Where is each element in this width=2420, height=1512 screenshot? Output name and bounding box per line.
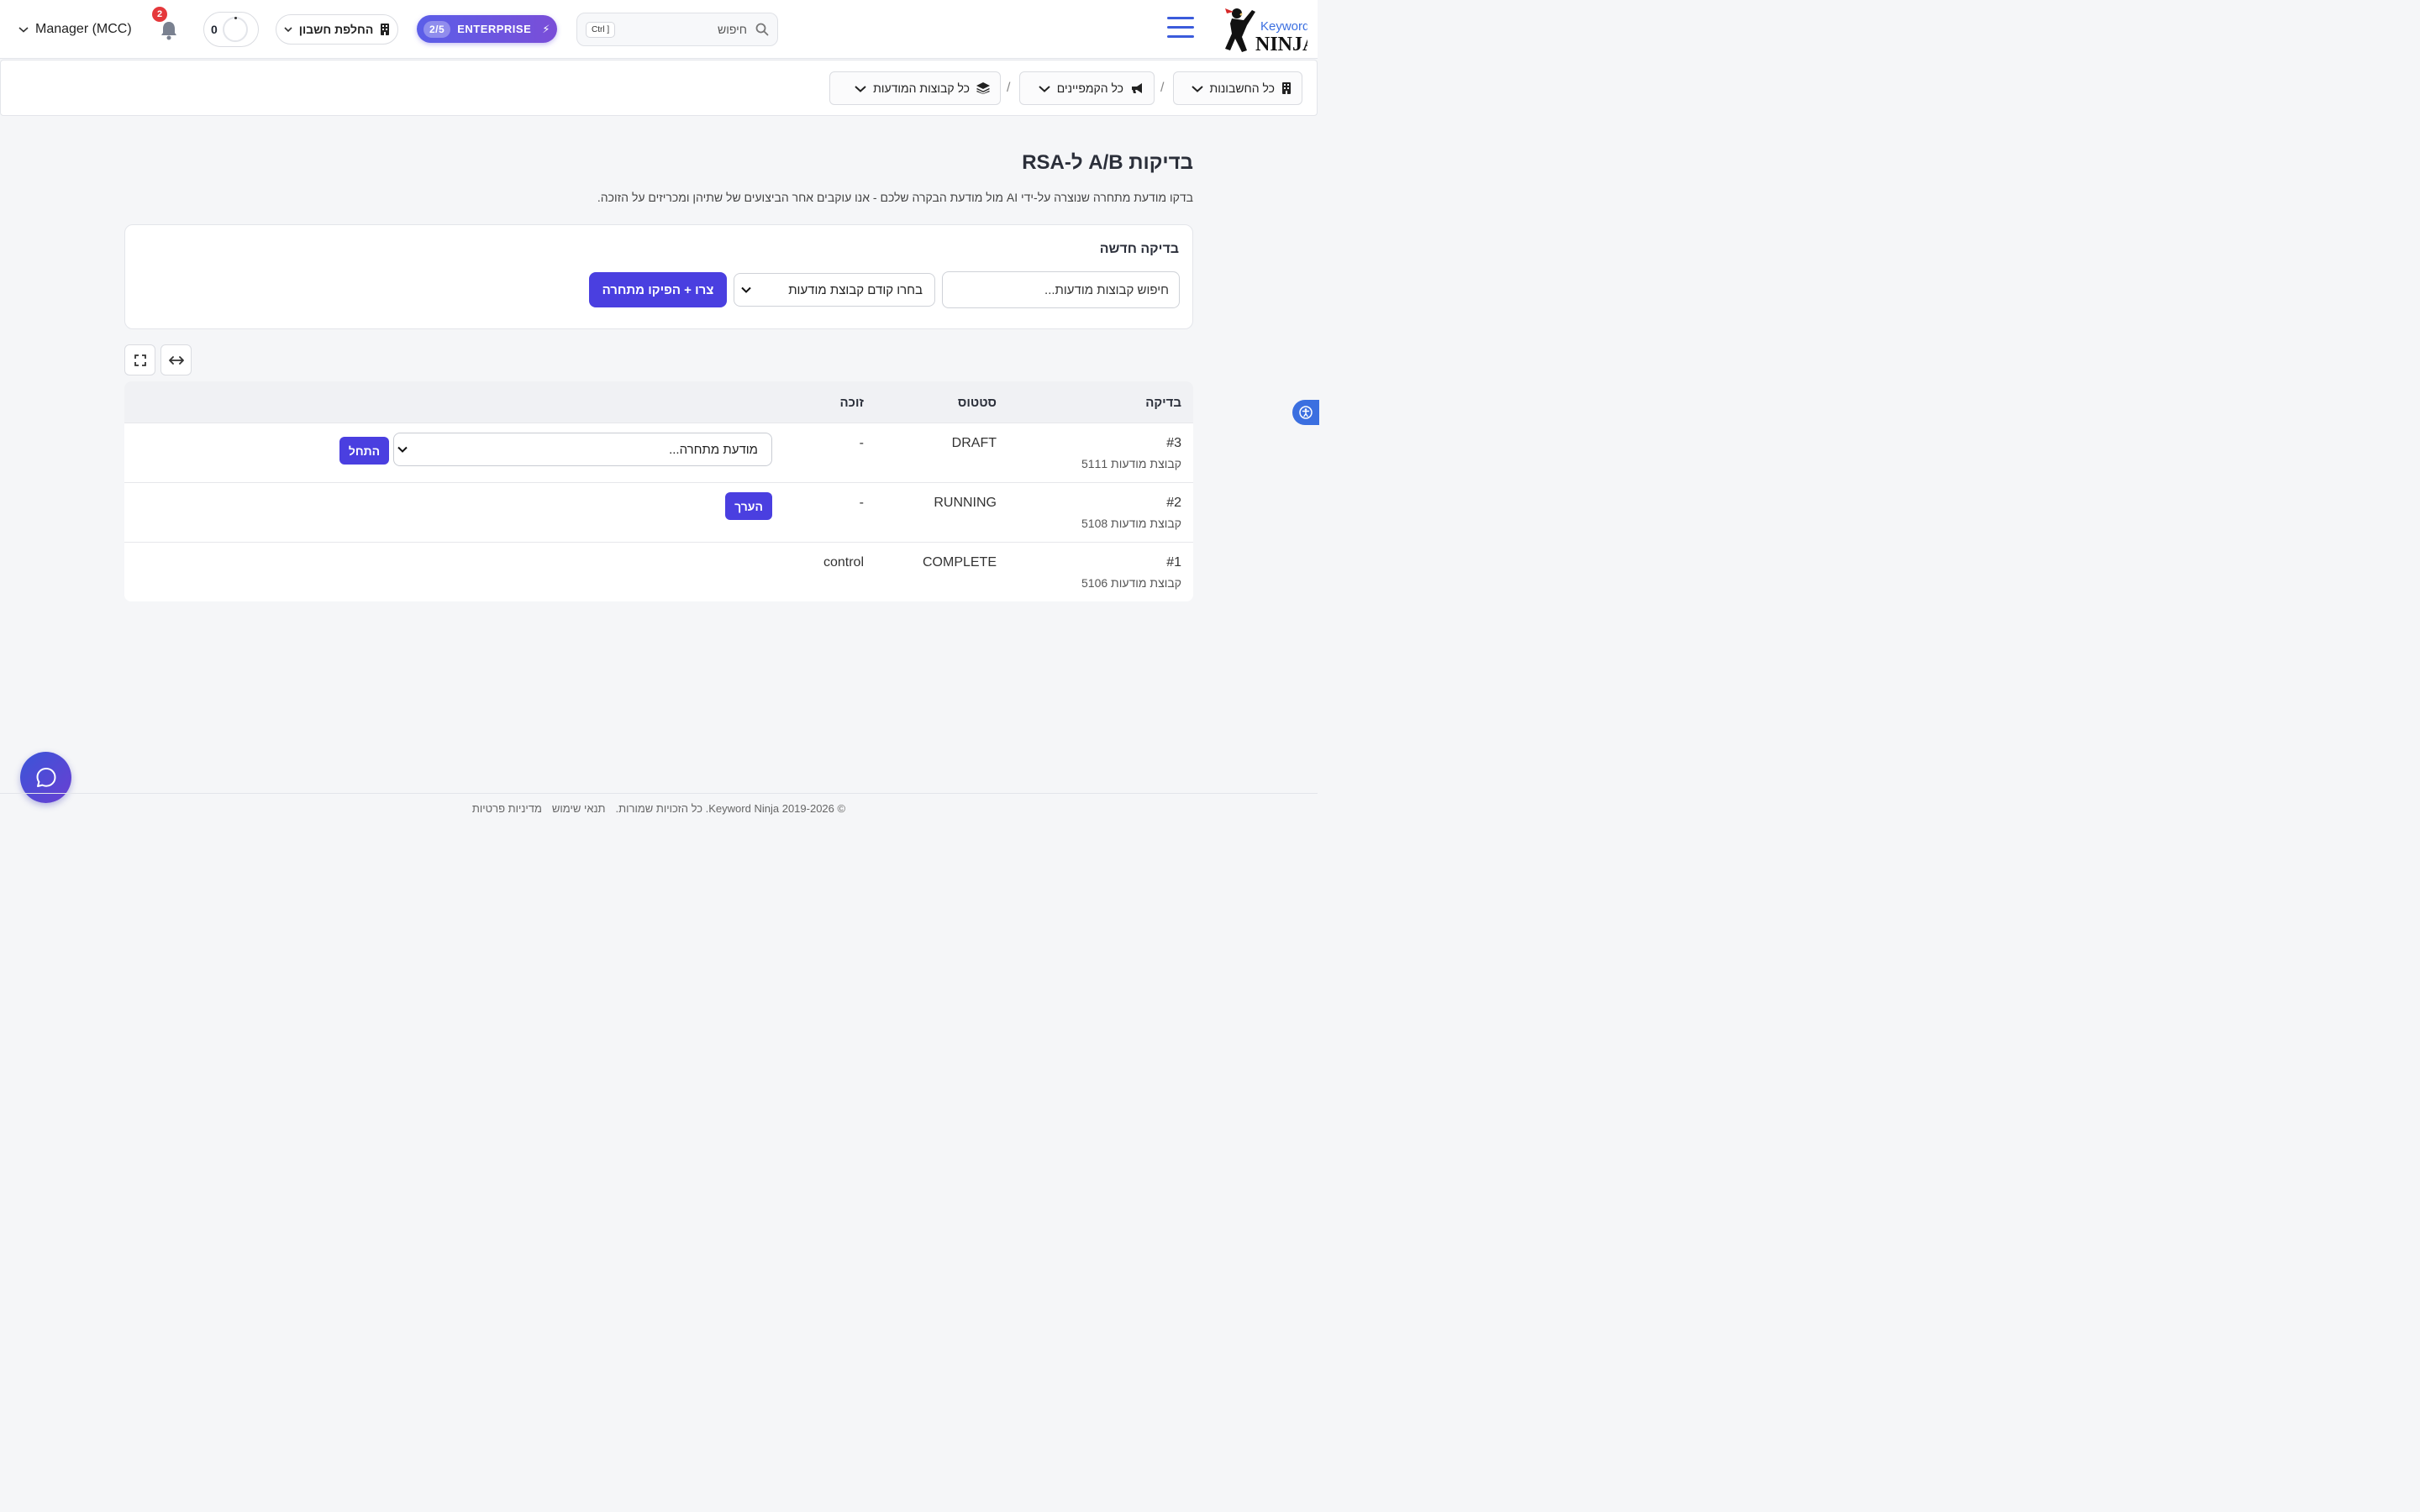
new-test-title: בדיקה חדשה	[1099, 242, 1179, 256]
adgroup-search-input[interactable]	[942, 271, 1180, 308]
breadcrumb-adgroups-label: כל קבוצות המודעות	[873, 81, 970, 95]
logo-keyword-text: Keyword	[1260, 19, 1307, 34]
test-adgroup: קבוצת מודעות 5111	[1081, 457, 1181, 470]
chevron-down-icon	[18, 27, 29, 33]
expand-width-button[interactable]	[160, 344, 192, 375]
plan-usage-count: 2/5	[424, 20, 451, 38]
chevron-down-icon	[1039, 85, 1050, 92]
building-icon	[381, 24, 390, 35]
usage-progress-indicator[interactable]: 0	[203, 12, 259, 47]
manager-account-dropdown[interactable]: Manager (MCC)	[18, 20, 132, 39]
evaluate-test-button[interactable]: הערך	[725, 492, 772, 520]
breadcrumb-campaigns-dropdown[interactable]: כל הקמפיינים	[1019, 71, 1155, 105]
table-row: #2 קבוצת מודעות 5108 RUNNING - הערך	[124, 482, 1193, 542]
accessibility-icon	[1299, 406, 1313, 419]
plan-badge-button[interactable]: 2/5 ENTERPRISE ⚡	[417, 15, 557, 43]
table-row: #1 קבוצת מודעות 5106 COMPLETE control	[124, 542, 1193, 601]
challenger-ad-select[interactable]: מודעת מתחרה...	[393, 433, 772, 466]
column-header-winner: זוכה	[839, 396, 864, 410]
usage-progress-value: 0	[211, 23, 218, 36]
arrows-horizontal-icon	[168, 355, 184, 365]
test-id: #3	[1166, 436, 1181, 450]
chevron-down-icon	[741, 286, 751, 293]
page-title: בדיקות A/B ל-RSA	[1022, 151, 1193, 174]
logo-ninja-text: NINJA	[1255, 34, 1307, 55]
switch-account-label: החלפת חשבון	[298, 23, 374, 36]
breadcrumb-separator: /	[1160, 81, 1165, 95]
test-status: DRAFT	[951, 436, 997, 450]
test-winner: -	[859, 496, 864, 510]
chevron-down-icon	[397, 446, 408, 453]
column-header-test: בדיקה	[1145, 396, 1181, 410]
search-shortcut-hint: Ctrl ]	[586, 21, 616, 38]
notification-count-badge: 2	[152, 7, 167, 22]
plan-label: ENTERPRISE	[457, 23, 532, 35]
manager-label: Manager (MCC)	[35, 22, 132, 36]
layers-icon	[976, 82, 990, 94]
top-navbar: Keyword NINJA Ctrl ] 2/5 ENTERPRISE ⚡ הח…	[0, 0, 1318, 59]
footer: © 2019-2026 Keyword Ninja. כל הזכויות שמ…	[0, 793, 1318, 823]
start-test-button[interactable]: התחל	[339, 437, 389, 465]
global-search[interactable]: Ctrl ]	[576, 13, 778, 46]
bell-icon[interactable]	[160, 20, 178, 40]
search-input[interactable]	[638, 23, 747, 36]
keyword-ninja-logo[interactable]: Keyword NINJA	[1218, 3, 1318, 55]
breadcrumb: כל החשבונות / כל הקמפיינים / כל קבוצות ה…	[0, 60, 1318, 116]
create-challenger-button[interactable]: צרו + הפיקו מתחרה	[589, 272, 727, 307]
test-id: #2	[1166, 496, 1181, 510]
menu-hamburger-button[interactable]	[1167, 17, 1194, 40]
fullscreen-icon	[134, 354, 146, 366]
column-header-status: סטטוס	[957, 396, 997, 410]
chevron-down-icon	[1191, 85, 1203, 92]
ab-tests-table: בדיקה סטטוס זוכה #3 קבוצת מודעות 5111 DR…	[124, 381, 1193, 601]
breadcrumb-accounts-dropdown[interactable]: כל החשבונות	[1173, 71, 1302, 105]
breadcrumb-adgroups-dropdown[interactable]: כל קבוצות המודעות	[829, 71, 1001, 105]
footer-copyright: © 2019-2026 Keyword Ninja. כל הזכויות שמ…	[615, 802, 846, 815]
breadcrumb-accounts-label: כל החשבונות	[1209, 81, 1275, 95]
page-subtitle: בדקו מודעת מתחרה שנוצרה על-ידי AI מול מו…	[597, 191, 1193, 204]
breadcrumb-separator: /	[1007, 81, 1011, 95]
breadcrumb-campaigns-label: כל הקמפיינים	[1056, 81, 1123, 95]
adgroup-select-value: בחרו קודם קבוצת מודעות	[788, 282, 923, 297]
chat-bubble-icon	[36, 767, 55, 787]
table-header: בדיקה סטטוס זוכה	[124, 381, 1193, 423]
test-status: RUNNING	[934, 496, 997, 510]
building-icon	[1282, 82, 1291, 94]
accessibility-button[interactable]	[1292, 400, 1319, 425]
test-adgroup: קבוצת מודעות 5108	[1081, 517, 1181, 530]
new-test-card: בדיקה חדשה בחרו קודם קבוצת מודעות צרו + …	[124, 224, 1193, 329]
terms-link[interactable]: תנאי שימוש	[552, 802, 606, 815]
progress-ring-icon	[222, 17, 248, 42]
challenger-ad-select-value: מודעת מתחרה...	[669, 442, 758, 457]
test-id: #1	[1166, 555, 1181, 570]
chevron-down-icon	[284, 27, 292, 33]
chevron-down-icon	[855, 85, 866, 92]
switch-account-button[interactable]: החלפת חשבון	[276, 14, 398, 45]
test-adgroup: קבוצת מודעות 5106	[1081, 576, 1181, 590]
test-winner: -	[859, 436, 864, 450]
megaphone-icon	[1132, 83, 1142, 93]
privacy-link[interactable]: מדיניות פרטיות	[472, 802, 542, 815]
table-row: #3 קבוצת מודעות 5111 DRAFT - מודעת מתחרה…	[124, 423, 1193, 482]
test-winner: control	[823, 555, 864, 570]
test-status: COMPLETE	[922, 555, 997, 570]
adgroup-select[interactable]: בחרו קודם קבוצת מודעות	[734, 273, 935, 307]
lightning-icon: ⚡	[542, 22, 550, 35]
search-icon	[755, 23, 769, 36]
fullscreen-button[interactable]	[124, 344, 155, 375]
